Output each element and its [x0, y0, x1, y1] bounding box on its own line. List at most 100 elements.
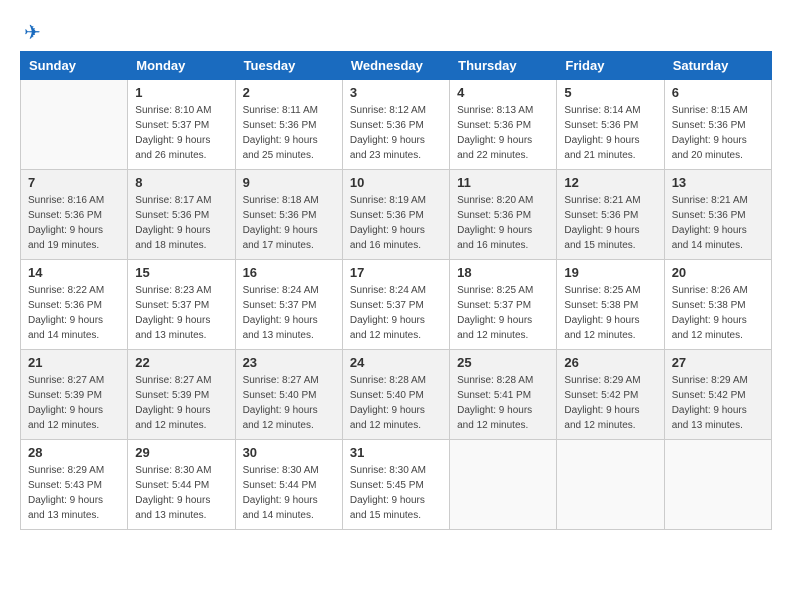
day-number: 29 [135, 445, 227, 460]
day-info: Sunrise: 8:13 AMSunset: 5:36 PMDaylight:… [457, 105, 533, 161]
day-number: 8 [135, 175, 227, 190]
day-number: 15 [135, 265, 227, 280]
day-info: Sunrise: 8:14 AMSunset: 5:36 PMDaylight:… [564, 105, 640, 161]
calendar-cell: 5 Sunrise: 8:14 AMSunset: 5:36 PMDayligh… [557, 80, 664, 170]
day-number: 7 [28, 175, 120, 190]
header-saturday: Saturday [664, 52, 771, 80]
calendar-week-4: 21 Sunrise: 8:27 AMSunset: 5:39 PMDaylig… [21, 350, 772, 440]
calendar-week-5: 28 Sunrise: 8:29 AMSunset: 5:43 PMDaylig… [21, 440, 772, 530]
day-info: Sunrise: 8:28 AMSunset: 5:41 PMDaylight:… [457, 375, 533, 431]
day-number: 21 [28, 355, 120, 370]
calendar-cell: 15 Sunrise: 8:23 AMSunset: 5:37 PMDaylig… [128, 260, 235, 350]
day-number: 11 [457, 175, 549, 190]
day-number: 28 [28, 445, 120, 460]
calendar-cell: 16 Sunrise: 8:24 AMSunset: 5:37 PMDaylig… [235, 260, 342, 350]
calendar-cell: 28 Sunrise: 8:29 AMSunset: 5:43 PMDaylig… [21, 440, 128, 530]
day-number: 4 [457, 85, 549, 100]
day-number: 27 [672, 355, 764, 370]
calendar-cell: 19 Sunrise: 8:25 AMSunset: 5:38 PMDaylig… [557, 260, 664, 350]
day-info: Sunrise: 8:15 AMSunset: 5:36 PMDaylight:… [672, 105, 748, 161]
day-number: 5 [564, 85, 656, 100]
header-thursday: Thursday [450, 52, 557, 80]
day-info: Sunrise: 8:27 AMSunset: 5:40 PMDaylight:… [243, 375, 319, 431]
calendar-cell: 22 Sunrise: 8:27 AMSunset: 5:39 PMDaylig… [128, 350, 235, 440]
day-info: Sunrise: 8:26 AMSunset: 5:38 PMDaylight:… [672, 285, 748, 341]
calendar-cell: 31 Sunrise: 8:30 AMSunset: 5:45 PMDaylig… [342, 440, 449, 530]
day-number: 31 [350, 445, 442, 460]
day-number: 13 [672, 175, 764, 190]
calendar-cell: 21 Sunrise: 8:27 AMSunset: 5:39 PMDaylig… [21, 350, 128, 440]
day-info: Sunrise: 8:21 AMSunset: 5:36 PMDaylight:… [564, 195, 640, 251]
day-info: Sunrise: 8:17 AMSunset: 5:36 PMDaylight:… [135, 195, 211, 251]
day-number: 30 [243, 445, 335, 460]
day-number: 18 [457, 265, 549, 280]
calendar-cell: 20 Sunrise: 8:26 AMSunset: 5:38 PMDaylig… [664, 260, 771, 350]
day-number: 2 [243, 85, 335, 100]
calendar-cell: 29 Sunrise: 8:30 AMSunset: 5:44 PMDaylig… [128, 440, 235, 530]
day-number: 3 [350, 85, 442, 100]
day-info: Sunrise: 8:27 AMSunset: 5:39 PMDaylight:… [135, 375, 211, 431]
day-info: Sunrise: 8:18 AMSunset: 5:36 PMDaylight:… [243, 195, 319, 251]
day-number: 9 [243, 175, 335, 190]
calendar-cell: 7 Sunrise: 8:16 AMSunset: 5:36 PMDayligh… [21, 170, 128, 260]
logo-bird-icon: ✈ [24, 20, 41, 45]
page-header: ✈ [20, 20, 772, 41]
day-info: Sunrise: 8:25 AMSunset: 5:37 PMDaylight:… [457, 285, 533, 341]
day-info: Sunrise: 8:24 AMSunset: 5:37 PMDaylight:… [350, 285, 426, 341]
day-info: Sunrise: 8:24 AMSunset: 5:37 PMDaylight:… [243, 285, 319, 341]
day-number: 22 [135, 355, 227, 370]
header-sunday: Sunday [21, 52, 128, 80]
day-info: Sunrise: 8:16 AMSunset: 5:36 PMDaylight:… [28, 195, 104, 251]
day-info: Sunrise: 8:29 AMSunset: 5:42 PMDaylight:… [672, 375, 748, 431]
day-info: Sunrise: 8:12 AMSunset: 5:36 PMDaylight:… [350, 105, 426, 161]
day-info: Sunrise: 8:11 AMSunset: 5:36 PMDaylight:… [243, 105, 318, 161]
calendar-cell: 3 Sunrise: 8:12 AMSunset: 5:36 PMDayligh… [342, 80, 449, 170]
header-tuesday: Tuesday [235, 52, 342, 80]
calendar-cell: 17 Sunrise: 8:24 AMSunset: 5:37 PMDaylig… [342, 260, 449, 350]
calendar-cell [557, 440, 664, 530]
day-info: Sunrise: 8:22 AMSunset: 5:36 PMDaylight:… [28, 285, 104, 341]
day-number: 24 [350, 355, 442, 370]
day-number: 1 [135, 85, 227, 100]
calendar-cell: 1 Sunrise: 8:10 AMSunset: 5:37 PMDayligh… [128, 80, 235, 170]
calendar-cell: 27 Sunrise: 8:29 AMSunset: 5:42 PMDaylig… [664, 350, 771, 440]
day-info: Sunrise: 8:20 AMSunset: 5:36 PMDaylight:… [457, 195, 533, 251]
calendar-cell: 12 Sunrise: 8:21 AMSunset: 5:36 PMDaylig… [557, 170, 664, 260]
day-info: Sunrise: 8:30 AMSunset: 5:44 PMDaylight:… [135, 465, 211, 521]
day-number: 25 [457, 355, 549, 370]
day-number: 19 [564, 265, 656, 280]
day-number: 14 [28, 265, 120, 280]
calendar-table: Sunday Monday Tuesday Wednesday Thursday… [20, 51, 772, 530]
day-number: 16 [243, 265, 335, 280]
header-monday: Monday [128, 52, 235, 80]
day-number: 10 [350, 175, 442, 190]
calendar-cell: 26 Sunrise: 8:29 AMSunset: 5:42 PMDaylig… [557, 350, 664, 440]
calendar-cell: 18 Sunrise: 8:25 AMSunset: 5:37 PMDaylig… [450, 260, 557, 350]
calendar-cell: 30 Sunrise: 8:30 AMSunset: 5:44 PMDaylig… [235, 440, 342, 530]
day-info: Sunrise: 8:19 AMSunset: 5:36 PMDaylight:… [350, 195, 426, 251]
day-info: Sunrise: 8:29 AMSunset: 5:43 PMDaylight:… [28, 465, 104, 521]
header-wednesday: Wednesday [342, 52, 449, 80]
day-number: 17 [350, 265, 442, 280]
calendar-cell: 25 Sunrise: 8:28 AMSunset: 5:41 PMDaylig… [450, 350, 557, 440]
calendar-cell: 2 Sunrise: 8:11 AMSunset: 5:36 PMDayligh… [235, 80, 342, 170]
day-info: Sunrise: 8:21 AMSunset: 5:36 PMDaylight:… [672, 195, 748, 251]
day-number: 20 [672, 265, 764, 280]
day-info: Sunrise: 8:10 AMSunset: 5:37 PMDaylight:… [135, 105, 211, 161]
logo: ✈ [20, 20, 41, 41]
calendar-cell: 6 Sunrise: 8:15 AMSunset: 5:36 PMDayligh… [664, 80, 771, 170]
calendar-cell: 23 Sunrise: 8:27 AMSunset: 5:40 PMDaylig… [235, 350, 342, 440]
calendar-cell: 8 Sunrise: 8:17 AMSunset: 5:36 PMDayligh… [128, 170, 235, 260]
header-friday: Friday [557, 52, 664, 80]
day-number: 23 [243, 355, 335, 370]
calendar-cell: 11 Sunrise: 8:20 AMSunset: 5:36 PMDaylig… [450, 170, 557, 260]
day-number: 6 [672, 85, 764, 100]
calendar-cell: 14 Sunrise: 8:22 AMSunset: 5:36 PMDaylig… [21, 260, 128, 350]
calendar-cell: 13 Sunrise: 8:21 AMSunset: 5:36 PMDaylig… [664, 170, 771, 260]
day-info: Sunrise: 8:30 AMSunset: 5:44 PMDaylight:… [243, 465, 319, 521]
day-info: Sunrise: 8:25 AMSunset: 5:38 PMDaylight:… [564, 285, 640, 341]
day-info: Sunrise: 8:30 AMSunset: 5:45 PMDaylight:… [350, 465, 426, 521]
day-info: Sunrise: 8:28 AMSunset: 5:40 PMDaylight:… [350, 375, 426, 431]
calendar-cell [664, 440, 771, 530]
day-number: 26 [564, 355, 656, 370]
